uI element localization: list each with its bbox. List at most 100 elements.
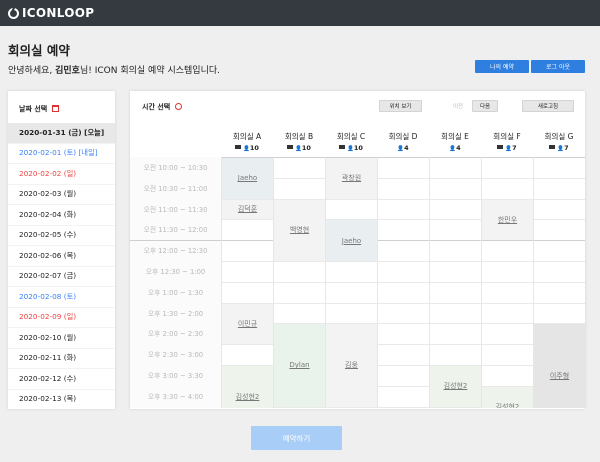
room-name: 회의실 C: [336, 132, 366, 141]
booking-block[interactable]: Jaeho: [222, 158, 273, 199]
tv-icon: [497, 145, 504, 149]
room-name: 회의실 F: [493, 132, 521, 141]
room-capacity: 👤7: [533, 144, 585, 152]
iconloop-logo-icon: [8, 7, 19, 19]
booking-block[interactable]: Dylan: [274, 324, 325, 407]
calendar-icon: [51, 105, 59, 112]
capacity-value: 10: [249, 144, 259, 152]
booking-block[interactable]: 이주형: [534, 324, 585, 408]
app-logo[interactable]: ICONLOOP: [22, 6, 94, 20]
time-slot-label: 오후 12:30 ~ 1:00: [145, 268, 206, 276]
grid-row-divider: [221, 177, 585, 179]
date-item[interactable]: 2020-02-11 (화): [8, 349, 115, 369]
date-item[interactable]: 2020-02-04 (화): [8, 205, 115, 226]
location-view-button[interactable]: 위치 보기: [379, 100, 422, 112]
person-icon: 👤: [243, 146, 250, 152]
room-capacity: 👤4: [429, 144, 481, 152]
room-name: 회의실 B: [284, 132, 314, 141]
date-item[interactable]: 2020-02-01 (토) [내일]: [8, 144, 115, 164]
time-slot-label: 오후 1:30 ~ 2:00: [147, 309, 204, 318]
date-item[interactable]: 2020-02-09 (일): [8, 308, 115, 328]
person-icon: 👤: [347, 146, 354, 152]
date-item[interactable]: 2020-02-08 (토): [8, 287, 115, 308]
date-item[interactable]: 2020-02-07 (금): [8, 267, 115, 287]
booking-block[interactable]: 한민우: [482, 199, 533, 241]
capacity-value: 7: [512, 144, 517, 152]
booking-block[interactable]: 김웅: [326, 324, 377, 407]
booking-block[interactable]: 김덕훈: [222, 199, 273, 220]
date-list[interactable]: 2020-01-31 (금) [오늘] 2020-02-01 (토) [내일] 20…: [8, 123, 115, 409]
time-slot-label: 오후 2:30 ~ 3:00: [147, 351, 204, 360]
time-slot-label: 오전 10:00 ~ 10:30: [143, 164, 208, 172]
next-button[interactable]: 다음: [472, 100, 498, 112]
date-panel: 날짜 선택 2020-01-31 (금) [오늘] 2020-02-01 (토) …: [8, 91, 115, 409]
date-item[interactable]: 2020-02-02 (일): [8, 164, 115, 185]
booking-block[interactable]: 김성현2: [222, 366, 273, 408]
user-name: 김민호: [55, 66, 80, 76]
booking-block[interactable]: Jaeho: [326, 220, 377, 261]
tv-icon: [287, 145, 294, 149]
grid-col-divider: [377, 157, 378, 408]
tv-icon: [549, 145, 556, 149]
booking-block[interactable]: 곽창원: [326, 158, 377, 199]
room-capacity: 👤7: [481, 144, 533, 152]
alarm-clock-icon: [174, 103, 182, 110]
capacity-value: 7: [564, 144, 569, 152]
grid-col-divider: [481, 157, 482, 408]
my-reservations-button[interactable]: 나의 예약: [475, 60, 529, 73]
booking-block[interactable]: 이민규: [222, 303, 273, 345]
room-header: 회의실 G 👤7: [533, 129, 585, 157]
reserve-submit-button[interactable]: 예약하기: [251, 426, 342, 450]
time-slot-label: 오후 12:00 ~ 12:30: [143, 247, 208, 256]
room-header: 회의실 C 👤10: [325, 129, 377, 157]
date-item[interactable]: 2020-02-12 (수): [8, 369, 115, 390]
date-panel-title: 날짜 선택: [19, 104, 59, 114]
grid-row-divider: [221, 157, 585, 158]
date-item[interactable]: 2020-01-31 (금) [오늘]: [8, 123, 115, 144]
date-item[interactable]: 2020-02-03 (월): [8, 185, 115, 205]
prev-button[interactable]: 이전: [447, 100, 469, 112]
booking-block[interactable]: 김성현2: [482, 386, 533, 408]
capacity-value: 10: [353, 144, 363, 152]
room-capacity: 👤10: [325, 144, 377, 152]
tv-icon: [339, 145, 346, 149]
date-item[interactable]: 2020-02-06 (목): [8, 246, 115, 267]
time-slot-label: 오후 1:00 ~ 1:30: [147, 288, 204, 297]
time-panel: 시간 선택 위치 보기 이전 다음 새로고침 회의실 A 👤10 회의실 B 👤10 회…: [130, 91, 585, 409]
time-slot-label: 오전 11:30 ~ 12:00: [143, 226, 208, 235]
grid-row-divider: [221, 261, 585, 262]
booking-block[interactable]: 김성현2: [430, 366, 481, 407]
grid-row-divider: [221, 302, 585, 304]
room-name: 회의실 G: [544, 132, 574, 141]
reservation-grid[interactable]: 회의실 A 👤10 회의실 B 👤10 회의실 C 👤10 회의실 D 👤4 회의실 E 👤4 회의…: [130, 129, 585, 408]
time-slot-label: 오후 3:30 ~ 4:00: [147, 392, 204, 401]
room-name: 회의실 A: [232, 132, 262, 141]
room-header: 회의실 E 👤4: [429, 129, 481, 157]
capacity-value: 4: [456, 144, 461, 152]
capacity-value: 10: [301, 144, 311, 152]
room-header: 회의실 F 👤7: [481, 129, 533, 157]
capacity-value: 4: [404, 144, 409, 152]
grid-row-divider: [221, 281, 585, 283]
time-slot-label: 오전 11:00 ~ 11:30: [143, 205, 208, 214]
time-slot-label: 오전 10:30 ~ 11:00: [143, 184, 208, 193]
room-capacity: 👤10: [273, 144, 325, 152]
room-header: 회의실 D 👤4: [377, 129, 429, 157]
room-header: 회의실 A 👤10: [221, 129, 273, 157]
logout-button[interactable]: 로그 아웃: [531, 60, 585, 73]
booking-block[interactable]: 백영현: [274, 199, 325, 261]
time-slot-label: 오후 2:00 ~ 2:30: [147, 330, 204, 339]
greeting-text: 안녕하세요, 김민호님! ICON 회의실 예약 시스템입니다.: [8, 66, 220, 76]
date-item[interactable]: 2020-02-10 (월): [8, 328, 115, 349]
top-navbar: ICONLOOP: [0, 0, 600, 26]
room-name: 회의실 D: [388, 132, 418, 141]
date-item[interactable]: 2020-02-05 (수): [8, 226, 115, 246]
room-capacity: 👤4: [377, 144, 429, 152]
room-capacity: 👤10: [221, 144, 273, 152]
date-item[interactable]: 2020-02-13 (목): [8, 390, 115, 410]
page-title: 회의실 예약: [8, 43, 70, 58]
refresh-button[interactable]: 새로고침: [522, 100, 574, 112]
time-slot-label: 오후 3:00 ~ 3:30: [147, 372, 204, 380]
tv-icon: [235, 145, 242, 149]
time-panel-title: 시간 선택: [142, 102, 182, 112]
